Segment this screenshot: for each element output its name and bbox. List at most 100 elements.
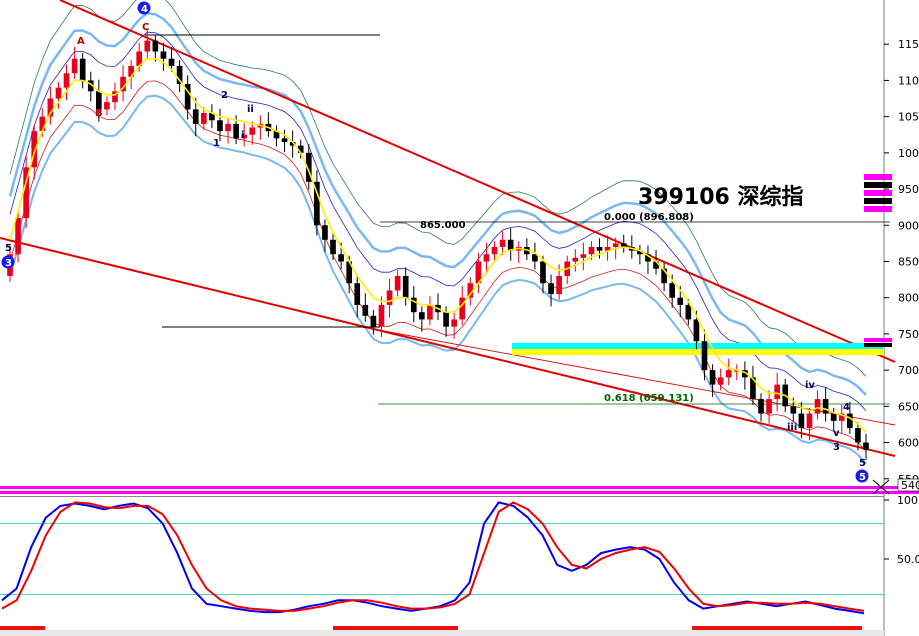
price-tick-label: 900	[898, 219, 919, 232]
osc-series-blue	[1, 501, 865, 615]
candle-body	[572, 257, 579, 262]
wave-label: i	[241, 130, 244, 141]
candle-body	[378, 304, 385, 327]
candle-body	[685, 304, 692, 320]
candle-body	[863, 442, 869, 450]
candle-body	[39, 116, 46, 132]
candle-body	[717, 377, 724, 385]
fib-0-label: 0.000 (896.808)	[604, 212, 694, 223]
candle-body	[362, 304, 369, 316]
wave-label: v	[833, 428, 840, 439]
candle-body	[63, 73, 70, 88]
candle-body	[104, 102, 110, 110]
wave-label: ii	[247, 104, 254, 115]
price-tick-label: 1050	[898, 111, 919, 124]
candle-body	[192, 109, 199, 124]
candle-body	[322, 225, 328, 240]
candle-body	[580, 254, 587, 258]
osc-tick-label: 100.	[897, 494, 919, 507]
price-tick-label: 950	[898, 183, 919, 196]
wave-label: A	[77, 36, 85, 47]
price-tick-label: 600	[898, 437, 919, 450]
pane-separator[interactable]	[0, 486, 919, 497]
wave-label: C	[142, 22, 149, 33]
candle-body	[233, 123, 239, 139]
candle-body	[394, 275, 401, 291]
price-tick-label: 650	[898, 400, 919, 413]
candle-body	[338, 254, 344, 262]
candle-body	[709, 370, 716, 385]
price-tick-label: 800	[898, 292, 919, 305]
osc-tick-label: 50.0	[897, 553, 919, 566]
candle-body	[96, 91, 102, 110]
wave-label: 5	[859, 458, 866, 469]
candle-body	[402, 275, 409, 298]
price-tick-label: 700	[898, 364, 919, 377]
candle-body	[540, 261, 546, 284]
price-tick-label: 1150	[898, 38, 919, 51]
wave-label: 1	[213, 138, 220, 149]
candle-body	[758, 399, 764, 414]
wave-label: 3	[833, 442, 840, 453]
candle-body	[200, 113, 207, 124]
candle-body	[596, 247, 603, 251]
candle-body	[725, 370, 732, 378]
fib-618-label: 0.618 (659.131)	[604, 393, 694, 404]
candle-body	[701, 341, 708, 371]
wave-label: 2	[221, 90, 228, 101]
candle-body	[499, 239, 506, 247]
candle-body	[15, 218, 21, 255]
candle-body	[790, 406, 797, 414]
time-scale[interactable]	[0, 626, 884, 636]
wave-label: B	[95, 108, 103, 119]
candle-body	[217, 120, 223, 132]
candle-body	[491, 247, 498, 255]
cyan-band	[512, 343, 884, 349]
candle-body	[225, 123, 231, 132]
candle-body	[830, 413, 837, 421]
price-tick-label: 1100	[898, 74, 919, 87]
candle-body	[152, 40, 159, 52]
candle-body	[330, 239, 336, 255]
candle-body	[774, 384, 780, 400]
candle-body	[693, 319, 700, 342]
wave-label: iv	[805, 380, 815, 391]
candle-body	[451, 319, 457, 327]
candle-body	[160, 51, 167, 59]
wave-label: 4	[843, 402, 850, 413]
candle-body	[548, 283, 554, 295]
candle-body	[806, 413, 813, 429]
oscillator-pane: 50.0 100.	[0, 494, 919, 615]
chart-title: 399106 深综指	[638, 184, 804, 210]
candle-body	[612, 243, 619, 247]
candle-body	[79, 58, 86, 81]
wave-label: 5	[5, 243, 12, 254]
candle-body	[669, 283, 676, 298]
candle-body	[419, 312, 425, 320]
candle-body	[822, 399, 829, 414]
candle-body	[71, 58, 78, 74]
candle-body	[168, 58, 175, 66]
candle-body	[386, 290, 393, 305]
candle-body	[443, 312, 449, 327]
candle-body	[55, 87, 62, 99]
candle-body	[677, 297, 684, 305]
candle-body	[588, 247, 595, 255]
candle-body	[249, 127, 256, 135]
last-price-label: 540	[901, 479, 919, 492]
candle-body	[281, 138, 288, 142]
wave-label: iii	[787, 422, 797, 433]
price-axis-area	[884, 0, 919, 636]
wave-label: 5	[859, 472, 866, 483]
wave-label: 3	[5, 258, 12, 269]
wave-label: 4	[141, 4, 148, 15]
candle-body	[814, 399, 821, 414]
candle-body	[483, 254, 490, 262]
price-tick-label: 750	[898, 328, 919, 341]
candle-body	[354, 283, 361, 305]
candle-body	[144, 40, 151, 52]
candle-body	[427, 304, 433, 320]
candle-body	[798, 413, 805, 429]
yellow-band	[512, 349, 884, 355]
candle-body	[855, 428, 861, 443]
